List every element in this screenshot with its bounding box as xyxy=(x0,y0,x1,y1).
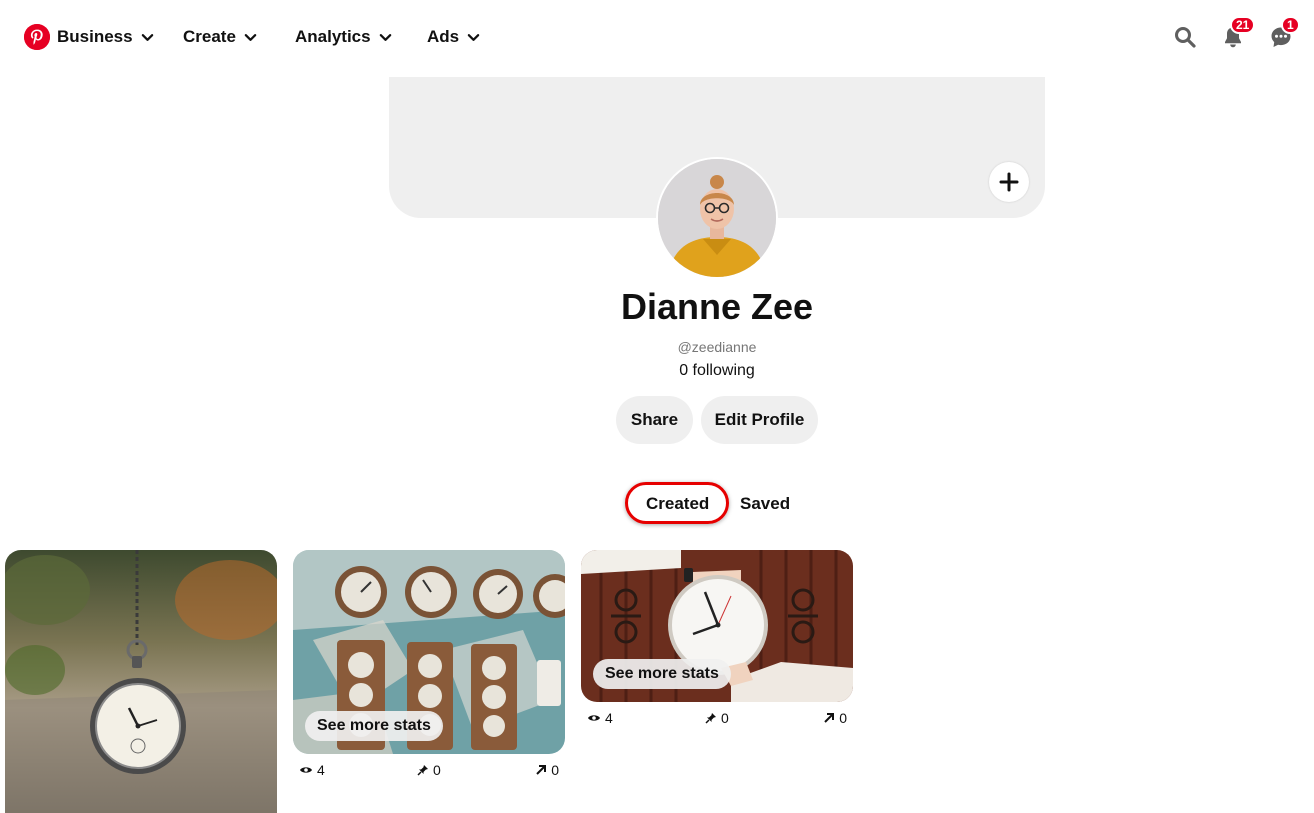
saves-count: 0 xyxy=(433,762,441,778)
eye-icon xyxy=(300,767,312,773)
views-count: 4 xyxy=(605,710,613,726)
pin-icon xyxy=(705,713,716,724)
messages-badge: 1 xyxy=(1281,16,1300,34)
nav-ads-menu[interactable]: Ads xyxy=(427,26,480,48)
share-button[interactable]: Share xyxy=(616,396,693,444)
nav-create-label: Create xyxy=(183,27,236,46)
views-stat: 4 xyxy=(587,710,613,726)
nav-analytics-menu[interactable]: Analytics xyxy=(295,26,392,48)
search-icon xyxy=(1175,27,1196,48)
add-cover-button[interactable] xyxy=(989,162,1029,202)
arrow-up-right-icon xyxy=(824,713,835,723)
clicks-count: 0 xyxy=(551,762,559,778)
profile-photo xyxy=(658,159,776,277)
nav-analytics-label: Analytics xyxy=(295,27,371,46)
chevron-down-icon xyxy=(244,33,257,41)
notifications-button[interactable]: 21 xyxy=(1221,16,1256,49)
nav-business-label: Business xyxy=(57,27,133,46)
nav-business-menu[interactable]: Business xyxy=(57,26,154,48)
saves-count: 0 xyxy=(721,710,729,726)
tab-saved[interactable]: Saved xyxy=(740,494,790,514)
pin-card[interactable]: See more stats xyxy=(293,550,565,754)
see-more-stats-button[interactable]: See more stats xyxy=(593,659,731,689)
tab-created[interactable]: Created xyxy=(646,494,709,514)
nav-ads-label: Ads xyxy=(427,27,460,46)
saves-stat: 0 xyxy=(705,710,729,726)
profile-handle: @zeedianne xyxy=(677,339,757,355)
edit-profile-button[interactable]: Edit Profile xyxy=(701,396,818,444)
pinterest-logo-icon[interactable] xyxy=(24,24,50,50)
pocket-watch-photo xyxy=(5,550,277,813)
chevron-down-icon xyxy=(467,33,480,41)
see-more-stats-button[interactable]: See more stats xyxy=(305,711,443,741)
chevron-down-icon xyxy=(141,33,153,41)
eye-icon xyxy=(588,715,600,721)
pin-icon xyxy=(417,765,428,776)
avatar[interactable] xyxy=(656,157,778,279)
clicks-stat: 0 xyxy=(823,710,847,726)
pin-card[interactable] xyxy=(5,550,277,813)
messages-button[interactable]: 1 xyxy=(1269,16,1300,49)
profile-name: Dianne Zee xyxy=(620,286,814,327)
top-navigation: Business Create Analytics Ads 21 1 xyxy=(0,0,1314,76)
plus-icon xyxy=(999,172,1019,192)
views-stat: 4 xyxy=(299,762,325,778)
clicks-stat: 0 xyxy=(535,762,559,778)
clicks-count: 0 xyxy=(839,710,847,726)
notifications-badge: 21 xyxy=(1230,16,1256,34)
nav-create-menu[interactable]: Create xyxy=(183,26,257,48)
search-button[interactable] xyxy=(1173,25,1197,49)
pin-card[interactable]: See more stats xyxy=(581,550,853,702)
following-count[interactable]: 0 following xyxy=(0,362,1314,380)
views-count: 4 xyxy=(317,762,325,778)
arrow-up-right-icon xyxy=(536,765,547,775)
pin-stats-row: 4 0 0 xyxy=(581,710,853,728)
saves-stat: 0 xyxy=(417,762,441,778)
pin-stats-row: 4 0 0 xyxy=(293,762,565,780)
chevron-down-icon xyxy=(379,33,391,41)
